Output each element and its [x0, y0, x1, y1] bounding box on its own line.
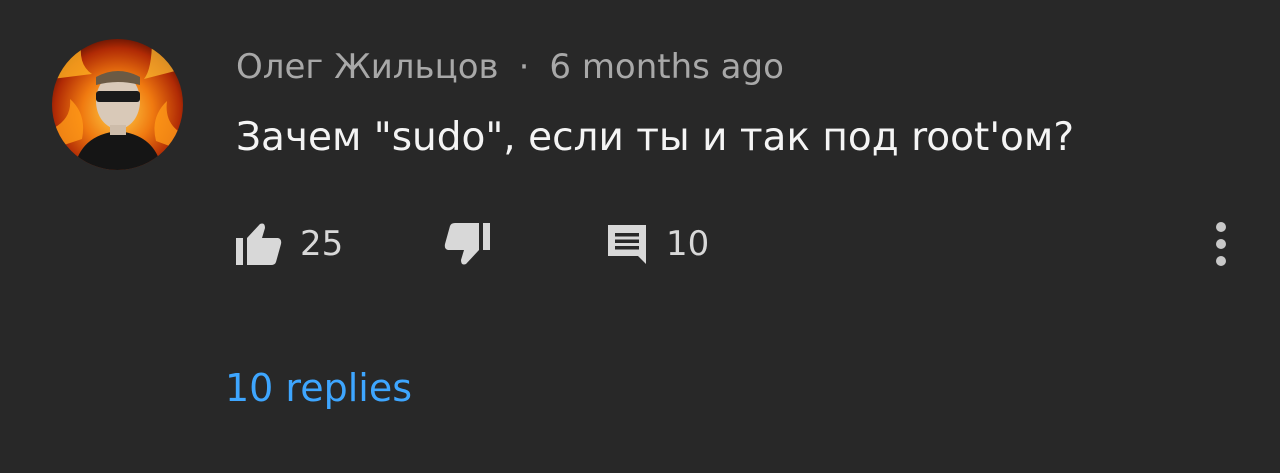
- comment-icon: [608, 225, 646, 264]
- like-count: 25: [300, 224, 344, 264]
- comment-meta: Олег Жильцов · 6 months ago: [236, 44, 784, 90]
- dislike-button[interactable]: [444, 218, 490, 270]
- author-avatar[interactable]: [52, 39, 183, 170]
- comment-timestamp[interactable]: 6 months ago: [549, 47, 784, 87]
- thumbs-down-icon: [444, 223, 490, 265]
- view-replies-link[interactable]: 10 replies: [225, 362, 412, 414]
- like-button[interactable]: 25: [236, 218, 343, 270]
- reply-count: 10: [666, 224, 710, 264]
- more-options-button[interactable]: [1206, 220, 1236, 268]
- comment-actions: 25 10: [236, 218, 1236, 270]
- thumbs-up-icon: [236, 223, 282, 265]
- reply-button[interactable]: 10: [606, 218, 709, 270]
- more-vertical-icon: [1216, 222, 1226, 266]
- author-name[interactable]: Олег Жильцов: [236, 47, 499, 87]
- meta-separator: ·: [518, 47, 530, 87]
- comment-text: Зачем "sudo", если ты и так под root'ом?: [236, 115, 1075, 160]
